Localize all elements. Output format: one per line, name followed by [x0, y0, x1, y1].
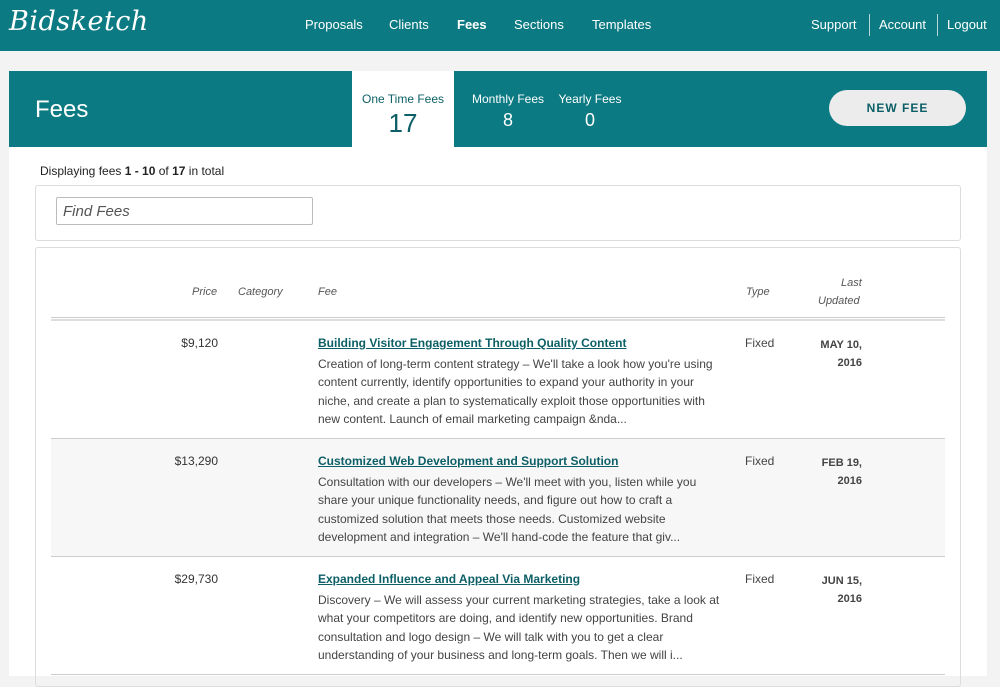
nav-support[interactable]: Support	[811, 17, 857, 32]
fee-description: Discovery – We will assess your current …	[318, 593, 720, 662]
pagination-summary: Displaying fees 1 - 10 of 17 in total	[40, 164, 224, 178]
tab-count: 0	[584, 110, 595, 130]
new-fee-button[interactable]: NEW FEE	[829, 90, 966, 126]
tab-count: 8	[502, 110, 513, 130]
fee-title-link[interactable]: Building Visitor Engagement Through Qual…	[318, 336, 626, 350]
nav-divider	[869, 14, 870, 36]
table-row: $13,290 Customized Web Development and S…	[51, 439, 945, 557]
table-row: $9,120 Building Visitor Engagement Throu…	[51, 321, 945, 439]
nav-templates[interactable]: Templates	[592, 17, 651, 32]
summary-suffix: in total	[185, 164, 225, 178]
nav-clients[interactable]: Clients	[389, 17, 429, 32]
tab-one-time-fees[interactable]: One Time Fees 17	[352, 71, 454, 147]
fee-price: $9,120	[181, 336, 218, 350]
fee-type: Fixed	[745, 572, 775, 586]
summary-total: 17	[172, 164, 186, 178]
column-header-price[interactable]: Price	[192, 286, 217, 298]
fee-last-updated: FEB 19, 2016	[821, 457, 862, 487]
tab-label: Yearly Fees	[558, 92, 622, 106]
top-navigation-bar: Bidsketch Proposals Clients Fees Section…	[0, 0, 1000, 51]
fee-title-link[interactable]: Expanded Influence and Appeal Via Market…	[318, 572, 580, 586]
fee-title-link[interactable]: Customized Web Development and Support S…	[318, 454, 618, 468]
column-header-category[interactable]: Category	[238, 286, 283, 298]
nav-divider	[937, 14, 938, 36]
column-header-type[interactable]: Type	[746, 286, 770, 298]
tab-label: One Time Fees	[361, 92, 445, 106]
fee-type: Fixed	[745, 336, 775, 350]
column-header-updated[interactable]: Updated	[818, 295, 860, 307]
fees-content: Displaying fees 1 - 10 of 17 in total Pr…	[9, 147, 987, 687]
nav-proposals[interactable]: Proposals	[305, 17, 363, 32]
fee-type: Fixed	[745, 454, 775, 468]
search-panel	[35, 185, 961, 241]
summary-prefix: Displaying fees	[40, 164, 125, 178]
nav-sections[interactable]: Sections	[514, 17, 564, 32]
fee-price: $29,730	[174, 572, 218, 586]
tab-yearly-fees[interactable]: Yearly Fees 0	[554, 71, 626, 147]
column-header-fee[interactable]: Fee	[318, 286, 337, 298]
bidsketch-logo[interactable]: Bidsketch	[9, 6, 149, 37]
tab-label: Monthly Fees	[471, 92, 545, 106]
tab-count: 17	[388, 108, 418, 138]
fee-last-updated: JUN 15, 2016	[821, 575, 862, 605]
fee-price: $13,290	[174, 454, 218, 468]
nav-fees[interactable]: Fees	[457, 17, 487, 32]
nav-account[interactable]: Account	[879, 17, 926, 32]
summary-of: of	[155, 164, 173, 178]
fees-header-panel: Fees One Time Fees 17 Monthly Fees 8 Yea…	[9, 71, 987, 147]
column-header-last[interactable]: Last	[841, 277, 862, 289]
summary-range: 1 - 10	[124, 164, 156, 178]
fee-description: Consultation with our developers – We'll…	[318, 475, 697, 544]
fee-description: Creation of long-term content strategy –…	[318, 357, 713, 426]
find-fees-input[interactable]	[56, 197, 313, 225]
page-title: Fees	[35, 96, 89, 123]
table-row: $29,730 Expanded Influence and Appeal Vi…	[51, 557, 945, 675]
tab-monthly-fees[interactable]: Monthly Fees 8	[462, 71, 554, 147]
fees-table: Price Category Fee Type Last Updated $9,…	[35, 247, 961, 687]
fee-last-updated: MAY 10, 2016	[820, 339, 862, 369]
nav-logout[interactable]: Logout	[947, 17, 987, 32]
